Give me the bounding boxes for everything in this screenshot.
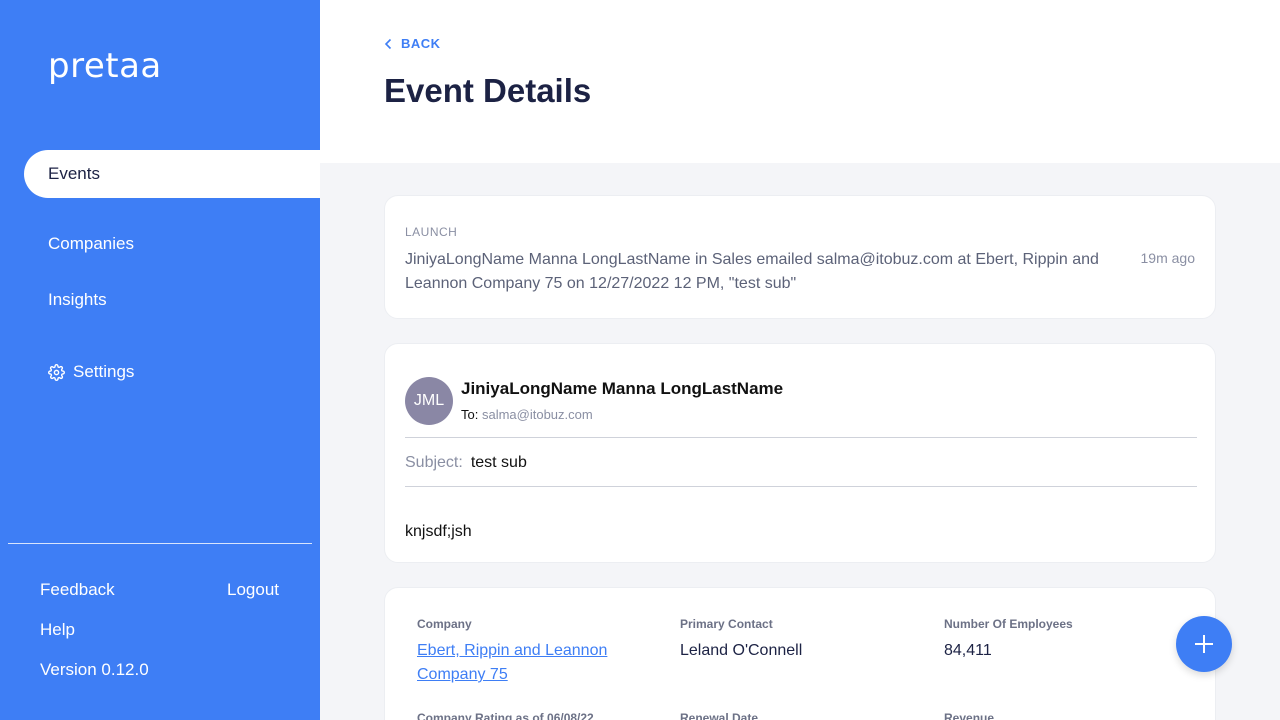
help-link[interactable]: Help [40,620,75,640]
event-description: JiniyaLongName Manna LongLastName in Sal… [405,251,1099,292]
event-type-label: LAUNCH [405,225,458,239]
renewal-date-field: Renewal Date [680,711,758,720]
logout-link[interactable]: Logout [227,580,279,600]
primary-contact-label: Primary Contact [680,617,773,631]
company-rating-label: Company Rating as of 06/08/22 [417,711,594,720]
add-button[interactable] [1176,616,1232,672]
divider [405,437,1197,438]
company-details-card: Company Ebert, Rippin and Leannon Compan… [384,587,1216,720]
email-body: knjsdf;jsh [405,523,472,540]
version-text: Version 0.12.0 [40,660,149,679]
sidebar-item-label: Events [48,164,100,183]
chevron-left-icon [384,38,392,49]
sidebar-divider [8,543,312,544]
sender-name: JiniyaLongName Manna LongLastName [461,379,784,398]
subject-label: Subject: [405,454,463,471]
subject-value: test sub [470,454,527,471]
sidebar-item-insights[interactable]: Insights [48,290,107,310]
renewal-date-label: Renewal Date [680,711,759,720]
recipient-email: salma@itobuz.com [481,407,593,422]
sidebar: pretaa Events Companies Insights Setting… [0,0,320,720]
sidebar-item-events[interactable]: Events [24,150,320,198]
employees-label: Number Of Employees [944,617,1073,631]
back-label: BACK [401,36,441,51]
event-timestamp: 19m ago [1140,250,1195,266]
primary-contact-value: Leland O'Connell [680,642,803,659]
page-header: BACK Event Details [320,0,1280,163]
plus-icon [1195,635,1213,653]
page-title: Event Details [384,72,592,109]
divider [405,486,1197,487]
launch-event-card: LAUNCH JiniyaLongName Manna LongLastName… [384,195,1216,319]
to-label: To: [461,407,479,422]
company-field: Company Ebert, Rippin and Leannon Compan… [417,617,637,687]
sidebar-item-label: Insights [48,290,107,309]
revenue-field: Revenue [944,711,994,720]
sidebar-item-settings[interactable]: Settings [48,362,134,382]
company-rating-field: Company Rating as of 06/08/22 [417,711,594,720]
revenue-label: Revenue [944,711,995,720]
recipient-line: To: salma@itobuz.com [461,407,593,422]
employees-value: 84,411 [944,642,992,659]
primary-contact-field: Primary Contact Leland O'Connell [680,617,802,663]
company-label: Company [417,617,472,631]
gear-icon [48,363,65,381]
pretaa-logo[interactable]: pretaa [48,46,162,86]
feedback-link[interactable]: Feedback [40,580,115,600]
employees-field: Number Of Employees 84,411 [944,617,1073,663]
email-card: JML JiniyaLongName Manna LongLastName To… [384,343,1216,563]
subject-line: Subject: test sub [405,454,527,472]
sidebar-item-label: Settings [73,362,135,381]
sidebar-item-label: Companies [48,234,134,253]
avatar: JML [405,377,453,425]
company-link[interactable]: Ebert, Rippin and Leannon Company 75 [417,639,637,687]
sidebar-item-companies[interactable]: Companies [48,234,134,254]
back-button[interactable]: BACK [384,36,441,51]
